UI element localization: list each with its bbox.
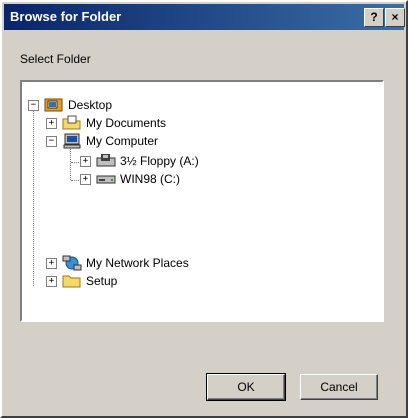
- tree-item-label: My Computer: [86, 134, 159, 148]
- tree-item-floppy[interactable]: + 3½ Floppy (A:): [80, 152, 199, 170]
- tree-connector: [71, 162, 79, 163]
- tree-connector: [71, 180, 79, 181]
- expand-toggle[interactable]: +: [80, 155, 91, 167]
- tree-item-label: Setup: [86, 274, 118, 288]
- tree-item-label: 3½ Floppy (A:): [120, 154, 199, 168]
- browse-for-folder-dialog: Browse for Folder ? × Select Folder − De…: [0, 0, 408, 418]
- folder-icon: [62, 273, 82, 289]
- ok-button[interactable]: OK: [206, 373, 286, 401]
- cancel-button[interactable]: Cancel: [300, 374, 378, 400]
- folder-tree[interactable]: − Desktop + My Documents − My Computer +…: [20, 80, 384, 322]
- expand-toggle[interactable]: +: [46, 275, 57, 287]
- prompt-label: Select Folder: [20, 52, 91, 66]
- tree-item-my-computer[interactable]: − My Computer: [46, 132, 158, 150]
- tree-item-win98-c[interactable]: + WIN98 (C:): [80, 170, 180, 188]
- desktop-icon: [44, 97, 64, 113]
- tree-item-label: Desktop: [68, 98, 113, 112]
- network-places-icon: [62, 255, 82, 271]
- computer-icon: [62, 133, 82, 149]
- hard-drive-icon: [96, 171, 116, 187]
- tree-item-my-documents[interactable]: + My Documents: [46, 114, 166, 132]
- tree-item-desktop[interactable]: − Desktop: [28, 96, 112, 114]
- title-bar[interactable]: Browse for Folder ? ×: [4, 4, 405, 30]
- window-title: Browse for Folder: [10, 9, 122, 24]
- help-button[interactable]: ?: [364, 8, 384, 27]
- tree-item-label: My Documents: [86, 116, 167, 130]
- floppy-drive-icon: [96, 153, 116, 169]
- collapse-toggle[interactable]: −: [46, 135, 57, 147]
- close-button[interactable]: ×: [385, 8, 405, 27]
- collapse-toggle[interactable]: −: [28, 99, 39, 111]
- folder-documents-icon: [62, 115, 82, 131]
- tree-connector: [33, 106, 34, 286]
- expand-toggle[interactable]: +: [46, 257, 57, 269]
- expand-toggle[interactable]: +: [80, 173, 91, 185]
- tree-item-label: WIN98 (C:): [120, 172, 180, 186]
- tree-item-label: My Network Places: [86, 256, 189, 270]
- tree-item-my-network-places[interactable]: + My Network Places: [46, 254, 189, 272]
- tree-item-setup[interactable]: + Setup: [46, 272, 117, 290]
- expand-toggle[interactable]: +: [46, 117, 57, 129]
